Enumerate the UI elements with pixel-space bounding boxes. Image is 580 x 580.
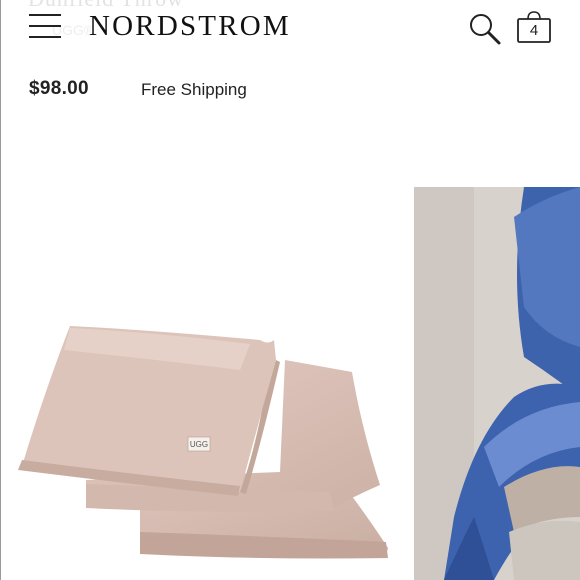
shopping-bag-button[interactable]: 4 — [516, 10, 552, 44]
ugg-tag-label: UGG — [190, 440, 208, 449]
site-header: NORDSTROM 4 — [0, 0, 580, 60]
product-price: $98.00 — [29, 78, 89, 99]
nordstrom-logo[interactable]: NORDSTROM — [89, 10, 291, 43]
product-image-main[interactable]: UGG — [0, 180, 410, 580]
menu-icon[interactable] — [29, 12, 61, 40]
product-image-secondary[interactable] — [414, 187, 580, 580]
search-icon[interactable] — [468, 12, 502, 46]
free-shipping-label: Free Shipping — [141, 80, 247, 99]
product-page: Dunfield Throw UGG® NORDSTROM 4 $98.00 F… — [0, 0, 580, 580]
bag-count-badge: 4 — [529, 22, 539, 39]
